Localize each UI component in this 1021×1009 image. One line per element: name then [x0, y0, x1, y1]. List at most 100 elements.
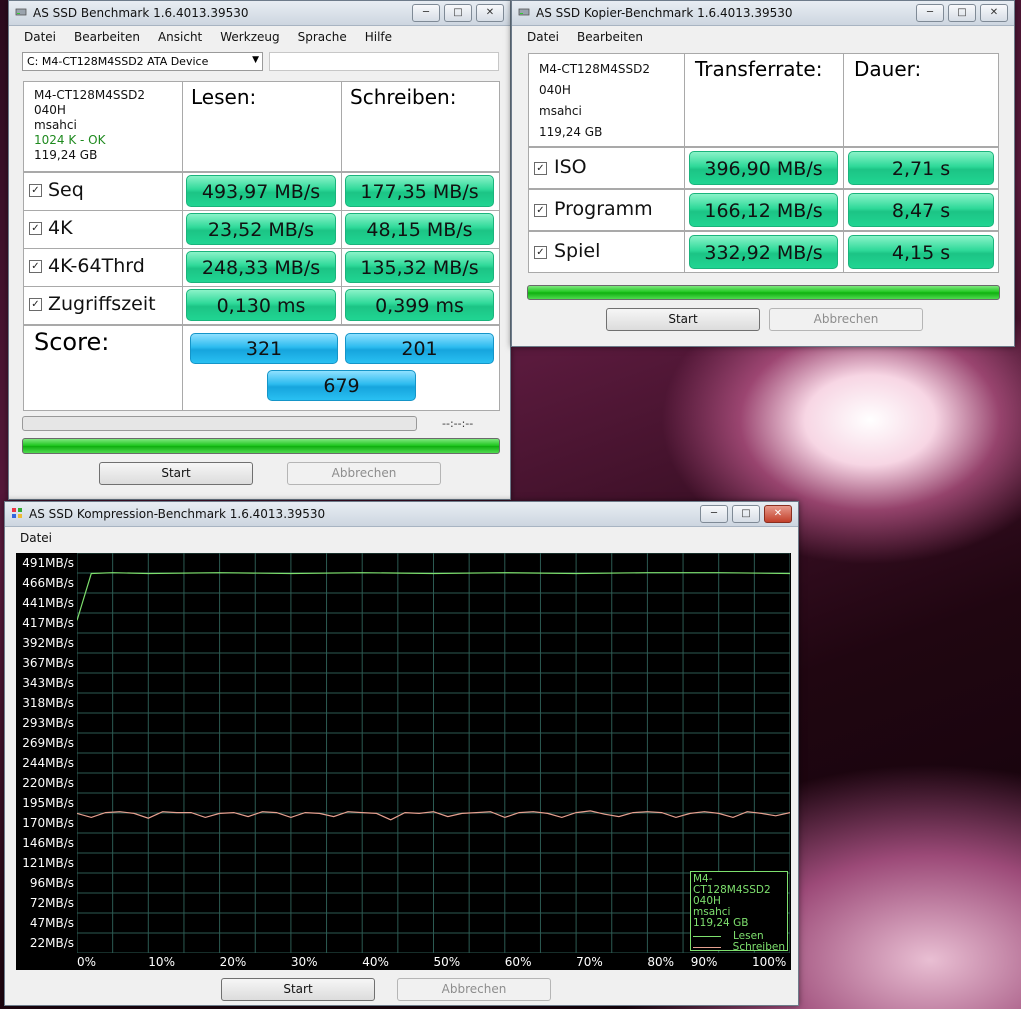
rate-column-title: Transferrate: — [695, 57, 823, 81]
drive-icon — [518, 8, 530, 16]
read-result: 493,97 MB/s — [186, 175, 336, 207]
score-label: Score: — [34, 328, 110, 356]
write-result: 177,35 MB/s — [345, 175, 494, 207]
y-tick-label: 220MB/s — [22, 776, 74, 790]
copy-drive-info-cell: M4-CT128M4SSD2 040H msahci 119,24 GB — [528, 53, 685, 147]
menu-sprache[interactable]: Sprache — [289, 30, 356, 44]
main-titlebar[interactable]: AS SSD Benchmark 1.6.4013.39530 ─ □ ✕ — [9, 1, 510, 26]
y-tick-label: 417MB/s — [22, 616, 74, 630]
x-tick-label: 90% — [690, 955, 718, 969]
cancel-button[interactable]: Abbrechen — [287, 462, 441, 485]
drive-info-cell: M4-CT128M4SSD2 040H msahci 1024 K - OK 1… — [23, 81, 183, 172]
menu-ansicht[interactable]: Ansicht — [149, 30, 211, 44]
x-tick-label: 0% — [77, 955, 97, 969]
write-header-cell: Schreiben: — [341, 81, 500, 172]
copy-time-result: 2,71 s — [848, 151, 994, 185]
y-tick-label: 244MB/s — [22, 756, 74, 770]
row-label: Seq — [48, 179, 84, 201]
copy-time-result: 8,47 s — [848, 193, 994, 227]
compression-window-title: AS SSD Kompression-Benchmark 1.6.4013.39… — [29, 507, 326, 521]
compression-titlebar[interactable]: AS SSD Kompression-Benchmark 1.6.4013.39… — [5, 502, 798, 527]
maximize-button[interactable]: □ — [732, 505, 760, 523]
legend-read-swatch — [693, 936, 721, 937]
maximize-button[interactable]: □ — [444, 4, 472, 22]
copy-row-label: ISO — [554, 156, 587, 178]
read-column-title: Lesen: — [191, 85, 257, 109]
app-icon — [12, 508, 22, 518]
row-checkbox[interactable]: ✓ — [29, 298, 42, 311]
y-tick-label: 96MB/s — [29, 876, 74, 890]
x-tick-label: 70% — [576, 955, 603, 969]
row-label-cell: ✓ Zugriffszeit — [23, 286, 183, 325]
drive-select-value: C: M4-CT128M4SSD2 ATA Device — [27, 55, 209, 68]
close-button[interactable]: ✕ — [764, 505, 792, 523]
row-label: 4K — [48, 217, 73, 239]
start-button[interactable]: Start — [606, 308, 760, 331]
row-checkbox[interactable]: ✓ — [534, 246, 547, 259]
y-tick-label: 146MB/s — [22, 836, 74, 850]
y-tick-label: 22MB/s — [29, 936, 74, 950]
drive-alignment: 1024 K - OK — [34, 133, 106, 147]
menu-datei[interactable]: Datei — [15, 30, 65, 44]
x-tick-label: 10% — [148, 955, 175, 969]
copy-progress-bar — [527, 285, 1000, 300]
main-window-title: AS SSD Benchmark 1.6.4013.39530 — [33, 6, 249, 20]
close-button[interactable]: ✕ — [476, 4, 504, 22]
menu-datei[interactable]: Datei — [518, 30, 568, 44]
y-tick-label: 170MB/s — [22, 816, 74, 830]
cancel-button[interactable]: Abbrechen — [769, 308, 923, 331]
rate-header-cell: Transferrate: — [684, 53, 844, 147]
start-button[interactable]: Start — [99, 462, 253, 485]
row-checkbox[interactable]: ✓ — [29, 260, 42, 273]
write-result: 48,15 MB/s — [345, 213, 494, 245]
score-write: 201 — [345, 333, 494, 364]
y-tick-label: 367MB/s — [22, 656, 74, 670]
copy-row-label-cell: ✓ ISO — [528, 147, 685, 189]
read-result: 0,130 ms — [186, 289, 336, 321]
drive-icon — [15, 8, 27, 16]
close-button[interactable]: ✕ — [980, 4, 1008, 22]
copy-titlebar[interactable]: AS SSD Kopier-Benchmark 1.6.4013.39530 ─… — [512, 1, 1014, 26]
row-checkbox[interactable]: ✓ — [534, 162, 547, 175]
copy-row-label: Programm — [554, 198, 653, 220]
minimize-button[interactable]: ─ — [412, 4, 440, 22]
main-menubar: Datei Bearbeiten Ansicht Werkzeug Sprach… — [9, 26, 510, 48]
time-readout: --:--:-- — [442, 417, 474, 430]
drive-firmware: 040H — [539, 83, 571, 97]
drive-model: M4-CT128M4SSD2 — [539, 62, 651, 76]
minimize-button[interactable]: ─ — [700, 505, 728, 523]
y-tick-label: 72MB/s — [29, 896, 74, 910]
row-checkbox[interactable]: ✓ — [29, 184, 42, 197]
drive-driver: msahci — [539, 104, 582, 118]
copy-rate-result: 166,12 MB/s — [689, 193, 838, 227]
main-benchmark-window: AS SSD Benchmark 1.6.4013.39530 ─ □ ✕ Da… — [8, 0, 511, 500]
drive-firmware: 040H — [34, 103, 66, 117]
start-button[interactable]: Start — [221, 978, 375, 1001]
score-read: 321 — [190, 333, 338, 364]
x-tick-label: 40% — [362, 955, 389, 969]
drive-model: M4-CT128M4SSD2 — [34, 88, 146, 102]
cancel-button[interactable]: Abbrechen — [397, 978, 551, 1001]
total-progress-bar — [22, 438, 500, 454]
row-label-cell: ✓ 4K — [23, 210, 183, 249]
drive-select[interactable]: C: M4-CT128M4SSD2 ATA Device ▼ — [22, 52, 263, 71]
compression-benchmark-window: AS SSD Kompression-Benchmark 1.6.4013.39… — [4, 501, 799, 1006]
menu-bearbeiten[interactable]: Bearbeiten — [568, 30, 652, 44]
y-tick-label: 121MB/s — [22, 856, 74, 870]
x-tick-label: 80% — [647, 955, 675, 969]
legend-write-swatch — [693, 947, 721, 948]
menu-bearbeiten[interactable]: Bearbeiten — [65, 30, 149, 44]
menu-datei[interactable]: Datei — [11, 531, 61, 545]
row-checkbox[interactable]: ✓ — [29, 222, 42, 235]
write-result: 0,399 ms — [345, 289, 494, 321]
menu-werkzeug[interactable]: Werkzeug — [211, 30, 288, 44]
x-axis-labels: 0% 10% 20% 30% 40% 50% 60% 70% 80% 90% 100% — [16, 953, 791, 970]
copy-rate-result: 332,92 MB/s — [689, 235, 838, 269]
y-tick-label: 343MB/s — [22, 676, 74, 690]
menu-hilfe[interactable]: Hilfe — [356, 30, 401, 44]
compression-chart: 491MB/s 466MB/s 441MB/s 417MB/s 392MB/s 367MB… — [16, 553, 791, 970]
row-checkbox[interactable]: ✓ — [534, 204, 547, 217]
drive-text-field[interactable] — [269, 52, 499, 71]
minimize-button[interactable]: ─ — [916, 4, 944, 22]
maximize-button[interactable]: □ — [948, 4, 976, 22]
